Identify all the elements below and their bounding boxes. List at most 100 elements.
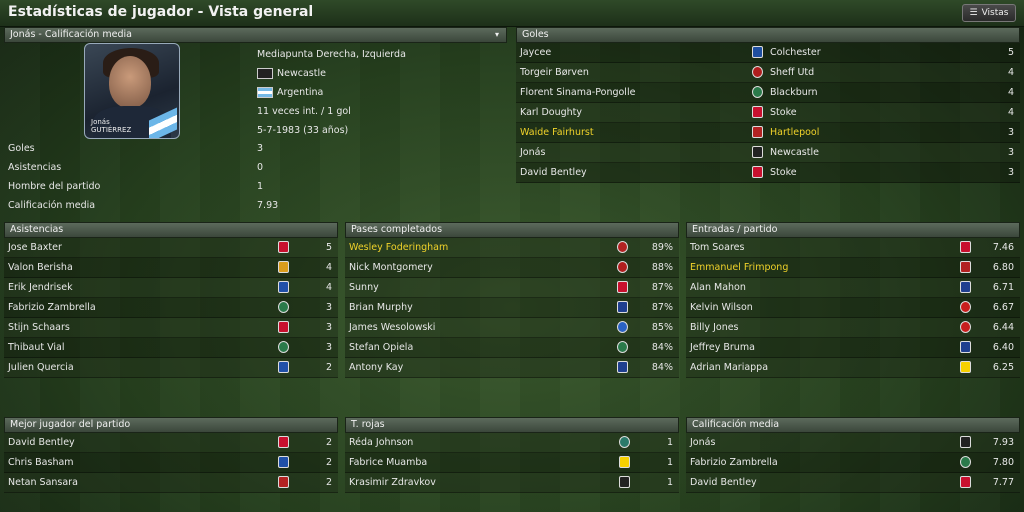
table-row[interactable]: Florent Sinama-Pongolle Blackburn 4 <box>516 83 1020 103</box>
page-title: Estadísticas de jugador - Vista general <box>8 4 314 20</box>
player-name: Alan Mahon <box>690 282 746 293</box>
player-club[interactable]: Newcastle <box>257 68 326 79</box>
rating-value: 7.80 <box>992 457 1014 468</box>
table-row[interactable]: Jaycee Colchester 5 <box>516 43 1020 63</box>
table-row[interactable]: Karl Doughty Stoke 4 <box>516 103 1020 123</box>
player-name: Erik Jendrisek <box>8 282 73 293</box>
player-name: Antony Kay <box>349 362 404 373</box>
player-name: Tom Soares <box>690 242 745 253</box>
table-row[interactable]: Fabrizio Zambrella 7.80 <box>686 453 1020 473</box>
player-name: David Bentley <box>520 167 587 178</box>
table-row[interactable]: Jose Baxter 5 <box>4 238 338 258</box>
passes-value: 89% <box>651 242 673 253</box>
vistas-label: Vistas <box>981 8 1009 18</box>
player-name: Stijn Schaars <box>8 322 70 333</box>
table-row[interactable]: Antony Kay 84% <box>345 358 679 378</box>
table-row[interactable]: Fabrice Muamba 1 <box>345 453 679 473</box>
table-row[interactable]: Réda Johnson 1 <box>345 433 679 453</box>
table-row[interactable]: Sunny 87% <box>345 278 679 298</box>
newcastle-crest-icon <box>752 146 763 158</box>
table-row[interactable]: Jonás Newcastle 3 <box>516 143 1020 163</box>
table-row[interactable]: Fabrizio Zambrella 3 <box>4 298 338 318</box>
table-row[interactable]: Thibaut Vial 3 <box>4 338 338 358</box>
goles-list: Jaycee Colchester 5 Torgeir Børven Sheff Ut… <box>516 43 1020 183</box>
player-name: Krasimir Zdravkov <box>349 477 436 488</box>
tackles-value: 6.44 <box>992 322 1014 333</box>
assists-value: 3 <box>325 322 332 333</box>
tackles-value: 7.46 <box>992 242 1014 253</box>
table-row[interactable]: Erik Jendrisek 4 <box>4 278 338 298</box>
table-row[interactable]: David Bentley 2 <box>4 433 338 453</box>
table-row[interactable]: Julien Quercia 2 <box>4 358 338 378</box>
table-row[interactable]: Tom Soares 7.46 <box>686 238 1020 258</box>
player-name: Waide Fairhurst <box>520 127 594 138</box>
table-row[interactable]: James Wesolowski 85% <box>345 318 679 338</box>
asistencias-header: Asistencias <box>4 222 338 238</box>
player-photo: Jonás GUTIÉRREZ <box>84 43 180 139</box>
table-row[interactable]: Wesley Foderingham 89% <box>345 238 679 258</box>
player-name: Jose Baxter <box>8 242 62 253</box>
player-name: Jonás <box>520 147 546 158</box>
stat-label: Hombre del partido <box>8 181 101 192</box>
table-row[interactable]: Brian Murphy 87% <box>345 298 679 318</box>
team-name: Stoke <box>770 167 797 178</box>
colchester-crest-icon <box>752 46 763 58</box>
player-name: Chris Basham <box>8 457 74 468</box>
stat-label: Calificación media <box>8 200 96 211</box>
goals-value: 5 <box>1007 47 1014 58</box>
table-row[interactable]: Nick Montgomery 88% <box>345 258 679 278</box>
hull-crest-icon <box>278 261 289 273</box>
charlton-crest-icon <box>960 301 971 313</box>
player-name: Nick Montgomery <box>349 262 433 273</box>
player-name: Wesley Foderingham <box>349 242 449 253</box>
team-name: Blackburn <box>770 87 818 98</box>
table-row[interactable]: Alan Mahon 6.71 <box>686 278 1020 298</box>
dropdown-arrow-icon[interactable]: ▾ <box>495 28 499 42</box>
table-row[interactable]: Torgeir Børven Sheff Utd 4 <box>516 63 1020 83</box>
table-row[interactable]: Jonás 7.93 <box>686 433 1020 453</box>
stoke-crest-icon <box>960 241 971 253</box>
table-row[interactable]: Waide Fairhurst Hartlepool 3 <box>516 123 1020 143</box>
motm-value: 2 <box>325 457 332 468</box>
club-crest-icon <box>278 476 289 488</box>
photo-last-name: GUTIÉRREZ <box>91 126 132 134</box>
entradas-header: Entradas / partido <box>686 222 1020 238</box>
table-row[interactable]: Jeffrey Bruma 6.40 <box>686 338 1020 358</box>
vistas-button[interactable]: ☰ Vistas <box>962 4 1016 22</box>
table-row[interactable]: Stefan Opiela 84% <box>345 338 679 358</box>
table-row[interactable]: David Bentley 7.77 <box>686 473 1020 493</box>
table-row[interactable]: Emmanuel Frimpong 6.80 <box>686 258 1020 278</box>
calificacion-header: Calificación media <box>686 417 1020 433</box>
stat-value: 7.93 <box>257 200 279 211</box>
blackburn-crest-icon <box>960 456 971 468</box>
entradas-panel: Entradas / partido Tom Soares 7.46 Emmanu… <box>686 222 1020 378</box>
table-row[interactable]: Krasimir Zdravkov 1 <box>345 473 679 493</box>
stoke-crest-icon <box>752 106 763 118</box>
rating-value: 7.93 <box>992 437 1014 448</box>
red-cards-value: 1 <box>666 477 673 488</box>
table-row[interactable]: Chris Basham 2 <box>4 453 338 473</box>
hartlepool-crest-icon <box>960 261 971 273</box>
player-club-label: Newcastle <box>277 68 326 79</box>
assists-value: 4 <box>325 282 332 293</box>
table-row[interactable]: Netan Sansara 2 <box>4 473 338 493</box>
birmingham-crest-icon <box>278 456 289 468</box>
table-row[interactable]: Billy Jones 6.44 <box>686 318 1020 338</box>
rojas-panel: T. rojas Réda Johnson 1 Fabrice Muamba 1 K… <box>345 417 679 493</box>
table-row[interactable]: Valon Berisha 4 <box>4 258 338 278</box>
player-name: Brian Murphy <box>349 302 413 313</box>
table-row[interactable]: Kelvin Wilson 6.67 <box>686 298 1020 318</box>
player-panel-header[interactable]: Jonás - Calificación media ▾ <box>4 27 507 43</box>
table-row[interactable]: David Bentley Stoke 3 <box>516 163 1020 183</box>
newcastle-crest-icon <box>619 476 630 488</box>
club-crest-icon <box>619 436 630 448</box>
team-name: Sheff Utd <box>770 67 815 78</box>
mejor-panel: Mejor jugador del partido David Bentley 2… <box>4 417 338 493</box>
tackles-value: 6.71 <box>992 282 1014 293</box>
hartlepool-crest-icon <box>752 126 763 138</box>
player-nation[interactable]: Argentina <box>257 87 323 98</box>
table-row[interactable]: Adrian Mariappa 6.25 <box>686 358 1020 378</box>
pases-header: Pases completados <box>345 222 679 238</box>
table-row[interactable]: Stijn Schaars 3 <box>4 318 338 338</box>
goles-header: Goles <box>516 27 1020 43</box>
